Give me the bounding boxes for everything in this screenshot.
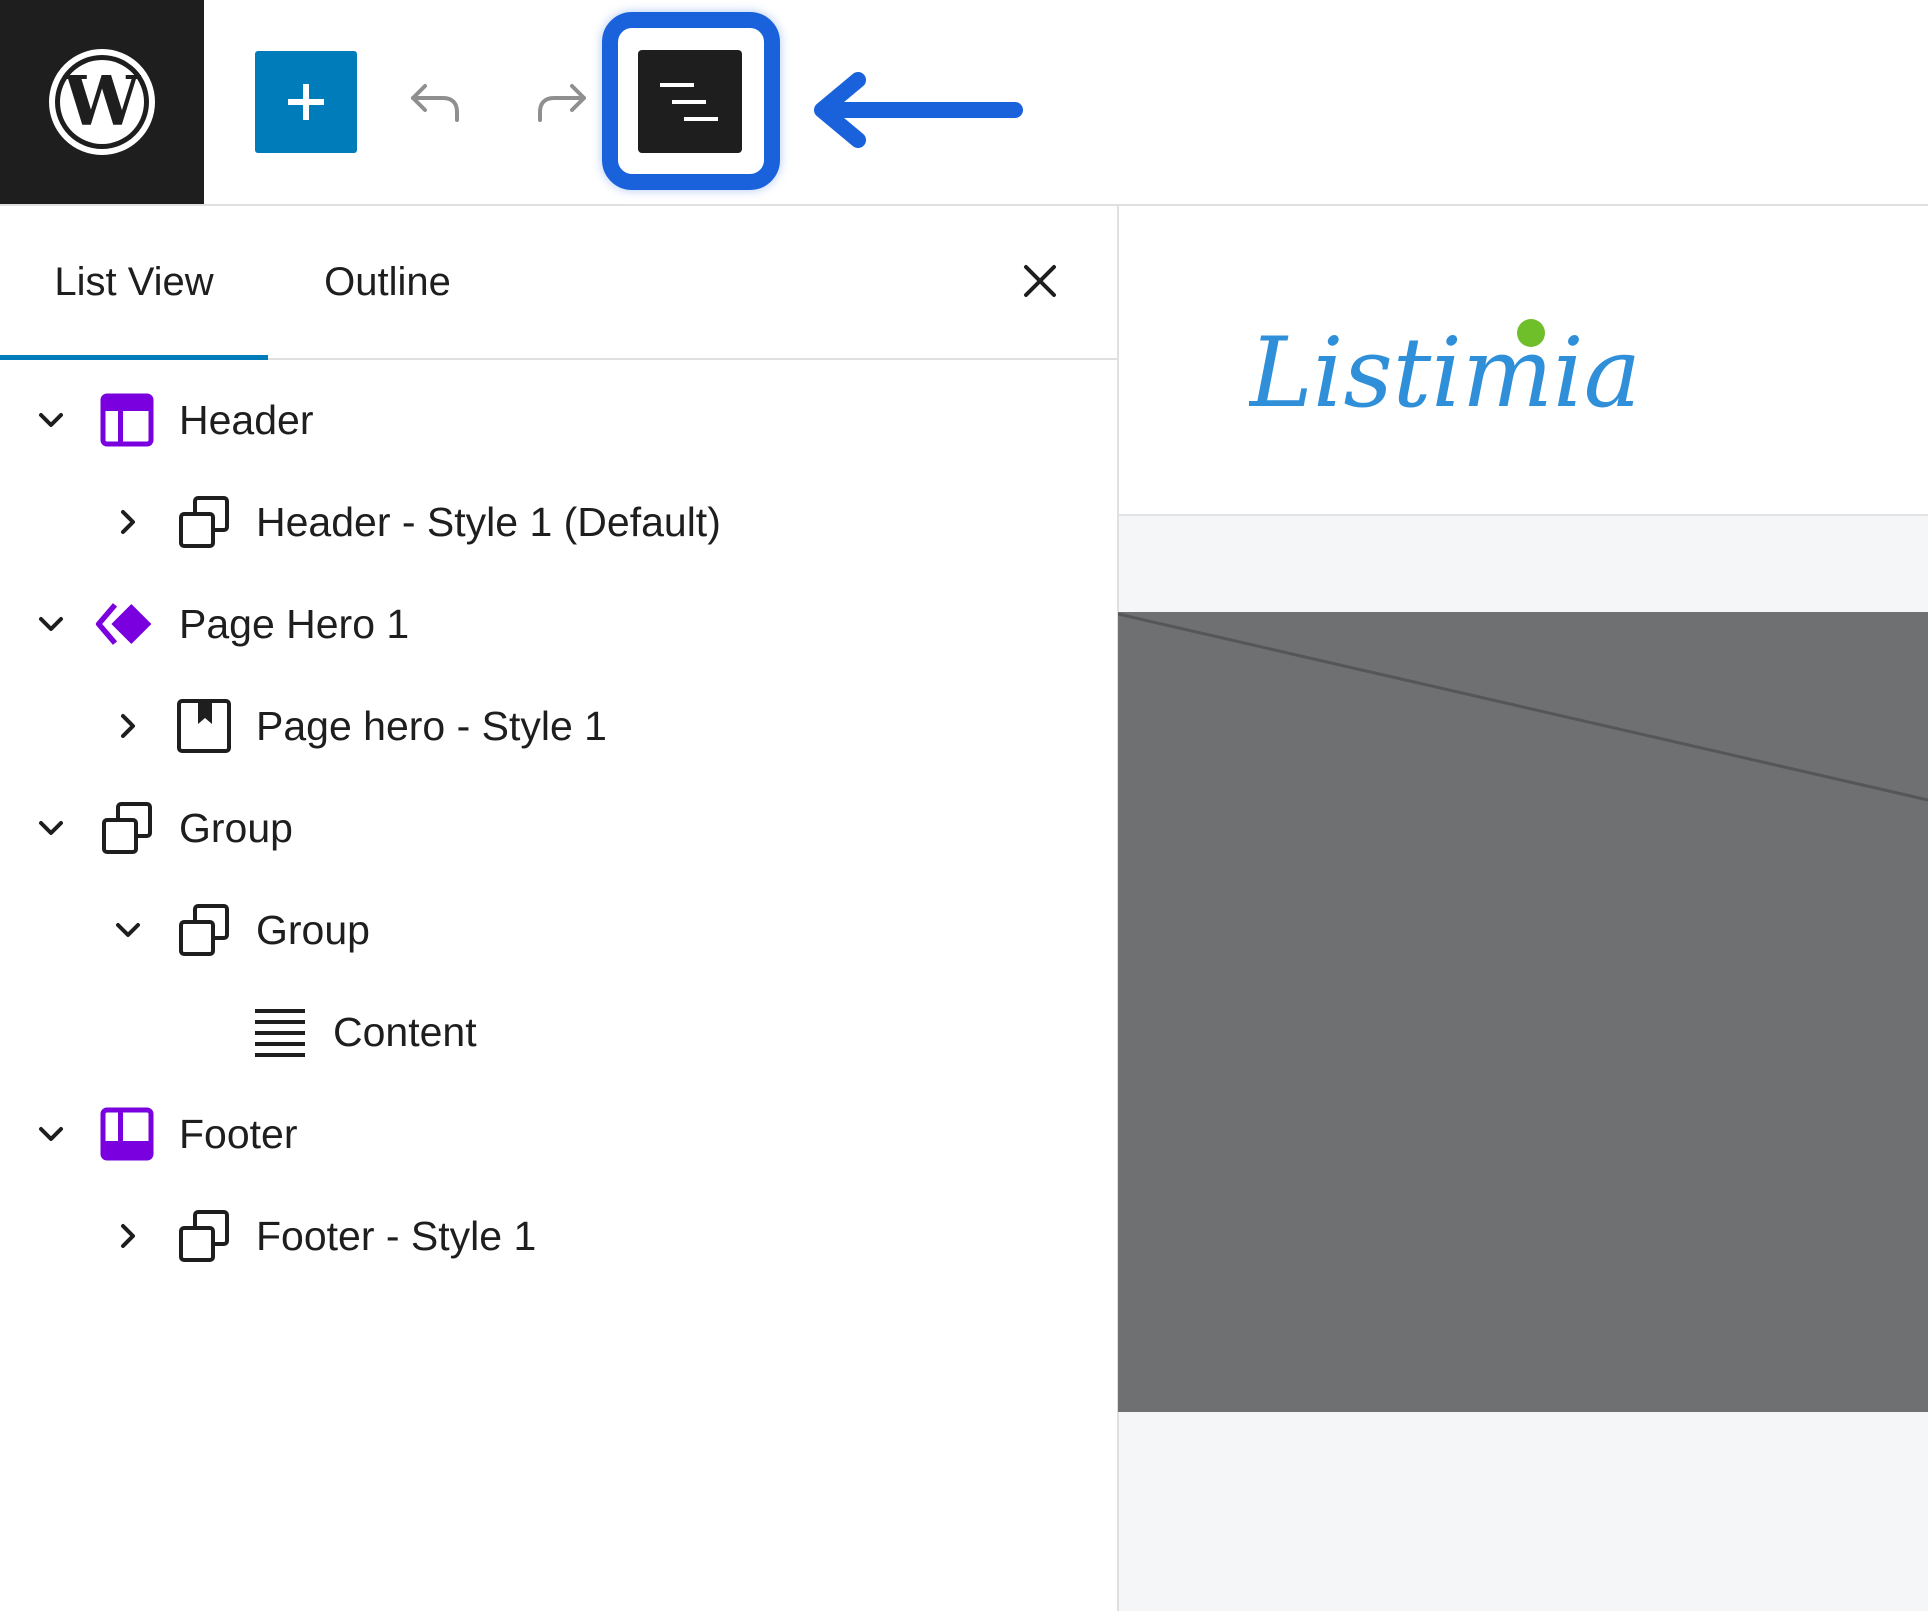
site-header-preview[interactable]: Listimia — [1119, 206, 1928, 516]
tree-item-footer-style[interactable]: Footer - Style 1 — [0, 1185, 1117, 1287]
tree-item-content[interactable]: Content — [0, 981, 1117, 1083]
tab-outline[interactable]: Outline — [300, 206, 475, 358]
list-view-icon — [660, 82, 718, 121]
arrow-left-icon — [814, 72, 1023, 148]
tree-item-label: Page hero - Style 1 — [256, 702, 607, 749]
group-icon — [97, 798, 157, 858]
tree-item-label: Page Hero 1 — [179, 600, 410, 647]
tree-item-label: Footer — [179, 1110, 298, 1157]
close-icon — [1024, 265, 1056, 297]
tree-item-label: Content — [333, 1008, 477, 1055]
svg-text:Listimia: Listimia — [1249, 317, 1641, 429]
chevron-right-icon[interactable] — [108, 1216, 148, 1256]
site-logo[interactable]: Listimia — [1249, 301, 1649, 431]
redo-icon — [538, 84, 586, 122]
tree-item-label: Group — [256, 906, 370, 953]
svg-text:W: W — [63, 62, 142, 142]
undo-button[interactable] — [403, 70, 467, 134]
tree-item-header-style[interactable]: Header - Style 1 (Default) — [0, 471, 1117, 573]
tree-item-label: Header - Style 1 (Default) — [256, 498, 721, 545]
tree-item-page-hero-style[interactable]: Page hero - Style 1 — [0, 675, 1117, 777]
list-view-panel: List View Outline Header Header - Style … — [0, 206, 1119, 1611]
chevron-down-icon[interactable] — [108, 910, 148, 950]
page-hero-preview[interactable] — [1118, 612, 1928, 1412]
chevron-down-icon[interactable] — [31, 808, 71, 848]
wordpress-logo-icon: W — [49, 49, 155, 155]
undo-icon — [411, 84, 459, 122]
tab-list-view[interactable]: List View — [0, 206, 268, 360]
template-part-header-icon — [97, 390, 157, 450]
group-icon — [174, 900, 234, 960]
chevron-right-icon[interactable] — [108, 706, 148, 746]
editor-canvas[interactable]: Listimia — [1118, 206, 1928, 1611]
group-icon — [174, 1206, 234, 1266]
group-icon — [174, 492, 234, 552]
template-part-footer-icon — [97, 1104, 157, 1164]
chevron-right-icon[interactable] — [108, 502, 148, 542]
redo-button[interactable] — [530, 70, 594, 134]
editor-toolbar: W — [0, 0, 1928, 206]
tree-item-group[interactable]: Group — [0, 777, 1117, 879]
tree-item-page-hero[interactable]: Page Hero 1 — [0, 573, 1117, 675]
hero-diagonal-line — [1118, 612, 1928, 802]
panel-tabs: List View Outline — [0, 206, 1117, 360]
chevron-down-icon[interactable] — [31, 604, 71, 644]
close-panel-button[interactable] — [1010, 251, 1070, 311]
tree-item-group-nested[interactable]: Group — [0, 879, 1117, 981]
chevron-down-icon[interactable] — [31, 1114, 71, 1154]
add-block-button[interactable] — [255, 51, 357, 153]
tree-item-footer[interactable]: Footer — [0, 1083, 1117, 1185]
post-content-icon — [250, 1002, 310, 1062]
tree-item-label: Header — [179, 396, 314, 443]
list-view-toggle-button[interactable] — [638, 50, 742, 153]
cover-icon — [174, 696, 234, 756]
tree-item-label: Group — [179, 804, 293, 851]
synced-pattern-icon — [95, 594, 155, 654]
tree-item-header[interactable]: Header — [0, 369, 1117, 471]
wordpress-logo-button[interactable]: W — [0, 0, 204, 204]
plus-icon — [288, 84, 324, 120]
chevron-down-icon[interactable] — [31, 400, 71, 440]
tree-item-label: Footer - Style 1 — [256, 1212, 537, 1259]
